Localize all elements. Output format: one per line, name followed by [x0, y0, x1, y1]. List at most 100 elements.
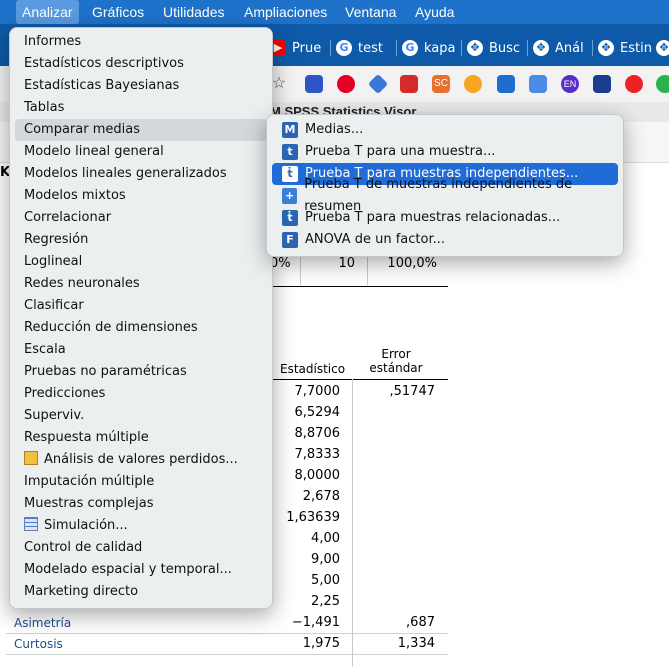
menu-item-muestras-complejas[interactable]: Muestras complejas [15, 493, 267, 515]
menu-graficos[interactable]: Gráficos [86, 0, 150, 24]
browser-tab[interactable]: ✥ Anál [527, 34, 584, 62]
table-cell: 9,00 [311, 552, 340, 567]
menu-item-superviv[interactable]: Superviv. [15, 405, 267, 427]
extension-icon[interactable] [593, 75, 611, 93]
extension-icon[interactable]: SC [432, 75, 450, 93]
extension-icon: ✥ [467, 40, 483, 56]
menu-item-label: Análisis de valores perdidos... [44, 452, 238, 467]
extension-icon: ✥ [598, 40, 614, 56]
extension-icon[interactable] [464, 75, 482, 93]
menu-ventana[interactable]: Ventana [339, 0, 402, 24]
menu-item-respuesta-multiple[interactable]: Respuesta múltiple [15, 427, 267, 449]
menu-item-informes[interactable]: Informes [15, 31, 267, 53]
browser-tab[interactable]: ✥ Busc [461, 34, 521, 62]
simulation-icon [24, 517, 38, 531]
extension-icon[interactable] [625, 75, 643, 93]
menu-item-predicciones[interactable]: Predicciones [15, 383, 267, 405]
menu-item-simulacion[interactable]: Simulación... [15, 515, 267, 537]
submenu-item-label: ANOVA de un factor... [305, 232, 445, 247]
table-cell: 7,8333 [294, 447, 341, 462]
submenu-item-label: Prueba T para muestras relacionadas... [305, 210, 561, 225]
extension-icon[interactable] [656, 75, 669, 93]
submenu-item-t-una-muestra[interactable]: t Prueba T para una muestra... [272, 141, 618, 163]
menu-item-clasificar[interactable]: Clasificar [15, 295, 267, 317]
menu-item-regresion[interactable]: Regresión [15, 229, 267, 251]
menu-ampliaciones[interactable]: Ampliaciones [238, 0, 333, 24]
table-cell: 10 [338, 256, 355, 271]
menu-item-bayesianas[interactable]: Estadísticas Bayesianas [15, 75, 267, 97]
browser-tab[interactable]: ✥ Estin [592, 34, 652, 62]
menu-item-reduccion-dimensiones[interactable]: Reducción de dimensiones [15, 317, 267, 339]
menu-item-correlacionar[interactable]: Correlacionar [15, 207, 267, 229]
submenu-item-label: Medias... [305, 122, 364, 137]
comparar-medias-submenu: M Medias... t Prueba T para una muestra.… [266, 114, 624, 257]
browser-tab-label: Busc [489, 40, 521, 56]
menu-analizar[interactable]: Analizar [16, 0, 79, 24]
extension-icon[interactable] [305, 75, 323, 93]
extension-icon: ✥ [656, 40, 669, 56]
table-cell: 2,678 [302, 489, 340, 504]
table-cell: 5,00 [311, 573, 340, 588]
submenu-item-t-relacionadas[interactable]: ṫ Prueba T para muestras relacionadas... [272, 207, 618, 229]
submenu-item-label: Prueba T para una muestra... [305, 144, 496, 159]
browser-tab[interactable]: ▶ Prue [270, 34, 321, 62]
menu-item-tablas[interactable]: Tablas [15, 97, 267, 119]
browser-tab-label: test [358, 40, 383, 56]
google-icon: G [336, 40, 352, 56]
menu-utilidades[interactable]: Utilidades [157, 0, 230, 24]
submenu-item-t-resumen[interactable]: + Prueba T de muestras independientes de… [272, 177, 618, 214]
menubar: Analizar Gráficos Utilidades Ampliacione… [0, 0, 669, 24]
google-icon: G [402, 40, 418, 56]
browser-tab-label: Estin [620, 40, 652, 56]
table-cell: 1,975 [302, 636, 340, 651]
extension-icon: ✥ [533, 40, 549, 56]
menu-item-descriptivos[interactable]: Estadísticos descriptivos [15, 53, 267, 75]
table-cell: −1,491 [291, 615, 340, 630]
submenu-item-anova[interactable]: F ANOVA de un factor... [272, 229, 618, 251]
extension-icon[interactable] [367, 73, 389, 95]
table-cell: 6,5294 [294, 405, 341, 420]
table-cell: 8,0000 [294, 468, 341, 483]
submenu-item-medias[interactable]: M Medias... [272, 119, 618, 141]
menu-item-modelo-lineal-general[interactable]: Modelo lineal general [15, 141, 267, 163]
menu-item-escala[interactable]: Escala [15, 339, 267, 361]
menu-item-marketing-directo[interactable]: Marketing directo [15, 581, 267, 603]
menu-item-no-parametricas[interactable]: Pruebas no paramétricas [15, 361, 267, 383]
menu-item-valores-perdidos[interactable]: Análisis de valores perdidos... [15, 449, 267, 471]
menu-item-control-calidad[interactable]: Control de calidad [15, 537, 267, 559]
table-cell: 1,334 [397, 636, 435, 651]
download-icon[interactable] [497, 75, 515, 93]
menu-item-redes-neuronales[interactable]: Redes neuronales [15, 273, 267, 295]
column-header-error: Error estándar [369, 347, 423, 375]
plus-icon: + [282, 188, 298, 204]
browser-tab[interactable]: G kapa [396, 34, 455, 62]
browser-tab-label: Anál [555, 40, 584, 56]
browser-tab[interactable]: ✥ [656, 34, 669, 62]
menu-item-modelos-mixtos[interactable]: Modelos mixtos [15, 185, 267, 207]
menu-ayuda[interactable]: Ayuda [409, 0, 460, 24]
language-icon[interactable]: EN [561, 75, 579, 93]
means-icon: M [282, 122, 298, 138]
table-cell: 0% [270, 256, 291, 271]
browser-tab[interactable]: G test [330, 34, 383, 62]
table-cell: 8,8706 [294, 426, 341, 441]
menu-item-label: Simulación... [44, 518, 128, 533]
extension-icon[interactable] [400, 75, 418, 93]
table-cell: 100,0% [387, 256, 437, 271]
menu-item-loglineal[interactable]: Loglineal [15, 251, 267, 273]
t-test-paired-icon: ṫ [282, 210, 298, 226]
table-cell: 4,00 [311, 531, 340, 546]
menu-item-modelado-espacial[interactable]: Modelado espacial y temporal... [15, 559, 267, 581]
table-cell: 7,7000 [294, 384, 341, 399]
menu-item-imputacion[interactable]: Imputación múltiple [15, 471, 267, 493]
column-header-estadistico: Estadístico [280, 362, 346, 376]
table-cell: 2,25 [311, 594, 340, 609]
pinterest-icon[interactable] [337, 75, 355, 93]
table-cell: ,51747 [389, 384, 436, 399]
menu-item-modelos-lineales-generalizados[interactable]: Modelos lineales generalizados [15, 163, 267, 185]
row-label: Curtosis [14, 637, 63, 651]
t-test-independent-icon: ṫ [282, 166, 298, 182]
translate-icon[interactable] [529, 75, 547, 93]
analizar-menu: Informes Estadísticos descriptivos Estad… [9, 27, 273, 609]
menu-item-comparar-medias[interactable]: Comparar medias [15, 119, 267, 141]
